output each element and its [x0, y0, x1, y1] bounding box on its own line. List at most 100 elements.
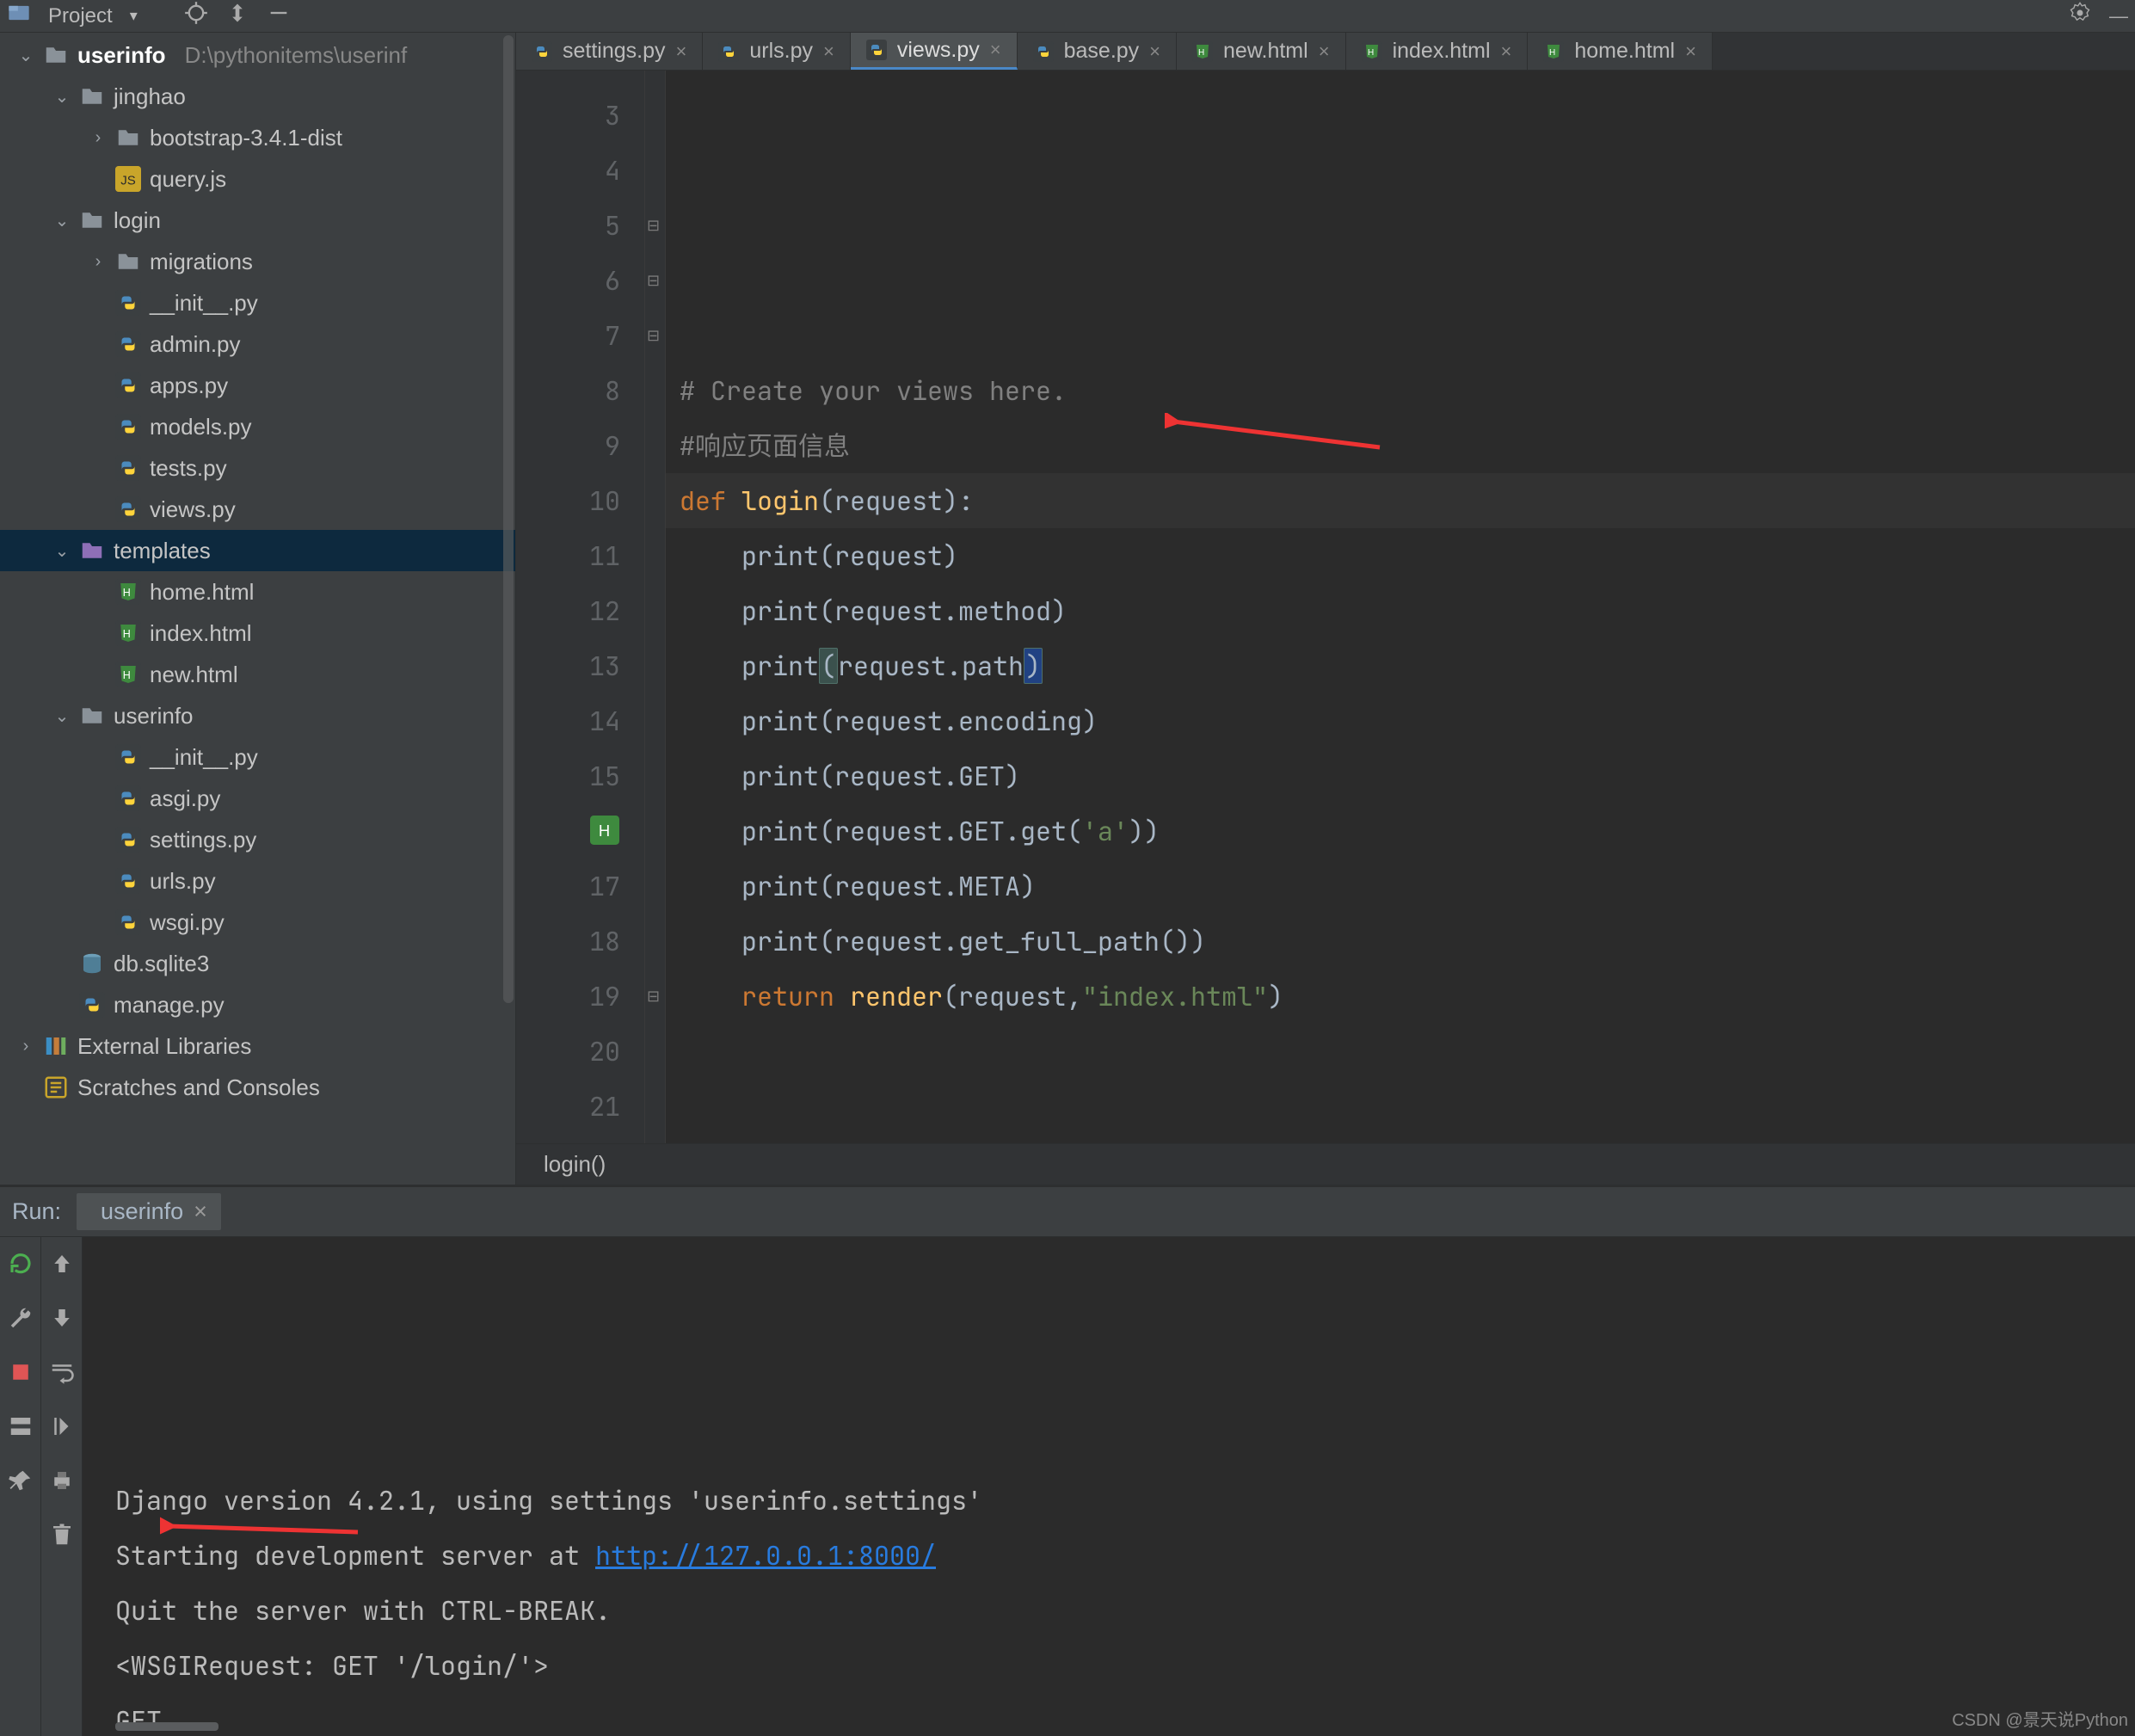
- tree-item[interactable]: ·__init__.py: [0, 282, 515, 323]
- layout-icon[interactable]: [8, 1413, 34, 1445]
- tree-item[interactable]: ·asgi.py: [0, 778, 515, 819]
- collapse-icon[interactable]: [267, 1, 291, 31]
- gear-icon[interactable]: [2068, 1, 2092, 31]
- tree-item[interactable]: ›bootstrap-3.4.1-dist: [0, 117, 515, 158]
- tab-label: urls.py: [749, 39, 813, 64]
- tree-item[interactable]: ⌄userinfoD:\pythonitems\userinf: [0, 34, 515, 76]
- down-icon[interactable]: [49, 1305, 75, 1337]
- console-h-scrollbar[interactable]: [115, 1722, 218, 1731]
- folder-icon: [79, 83, 105, 109]
- server-link[interactable]: http://127.0.0.1:8000/: [595, 1538, 936, 1573]
- close-icon[interactable]: ×: [990, 39, 1001, 61]
- code-area[interactable]: # Create your views here.#响应页面信息def logi…: [666, 71, 2135, 1143]
- tree-item[interactable]: ·__init__.py: [0, 736, 515, 778]
- tree-item-label: manage.py: [114, 992, 225, 1019]
- editor-tab[interactable]: Hnew.html×: [1177, 33, 1346, 70]
- tree-item[interactable]: ·wsgi.py: [0, 902, 515, 943]
- wrench-icon[interactable]: [8, 1305, 34, 1337]
- chevron-right-icon[interactable]: ›: [17, 1037, 34, 1056]
- scroll-end-icon[interactable]: [49, 1413, 75, 1445]
- close-icon[interactable]: ×: [676, 40, 687, 63]
- fold-toggle-icon[interactable]: ⊟: [647, 988, 662, 1003]
- tree-item[interactable]: ·Hnew.html: [0, 654, 515, 695]
- tree-item-label: tests.py: [150, 455, 227, 482]
- hide-icon[interactable]: —: [2109, 5, 2128, 28]
- tree-item[interactable]: ·admin.py: [0, 323, 515, 365]
- project-icon: [7, 1, 31, 31]
- tree-item[interactable]: ›migrations: [0, 241, 515, 282]
- chevron-down-icon[interactable]: ⌄: [53, 86, 71, 108]
- tree-item[interactable]: ·JSquery.js: [0, 158, 515, 200]
- run-panel: Run: dj userinfo ×: [0, 1185, 2135, 1736]
- editor-breadcrumb[interactable]: login(): [516, 1143, 2135, 1185]
- tree-item[interactable]: ·urls.py: [0, 860, 515, 902]
- tree-item[interactable]: ·views.py: [0, 489, 515, 530]
- editor-tab[interactable]: urls.py ×: [703, 33, 851, 70]
- softwrap-icon[interactable]: [49, 1359, 75, 1391]
- chevron-right-icon[interactable]: ›: [89, 128, 107, 148]
- editor-tab[interactable]: views.py×: [851, 33, 1018, 70]
- tree-item-path: D:\pythonitems\userinf: [185, 42, 408, 69]
- run-console[interactable]: Django version 4.2.1, using settings 'us…: [83, 1237, 2135, 1736]
- tree-item[interactable]: ›External Libraries: [0, 1025, 515, 1067]
- run-toolbar-secondary: [41, 1237, 83, 1736]
- tree-item[interactable]: ·db.sqlite3: [0, 943, 515, 984]
- py-icon: [115, 785, 141, 811]
- fold-toggle-icon[interactable]: ⊟: [647, 272, 662, 287]
- tree-item[interactable]: ⌄userinfo: [0, 695, 515, 736]
- close-icon[interactable]: ×: [1685, 40, 1696, 63]
- tree-item[interactable]: ⌄jinghao: [0, 76, 515, 117]
- folder-icon: [43, 42, 69, 68]
- close-icon[interactable]: ×: [1501, 40, 1512, 63]
- close-icon[interactable]: ×: [1149, 40, 1160, 63]
- locate-icon[interactable]: [184, 1, 208, 31]
- trash-icon[interactable]: [49, 1522, 75, 1554]
- pin-icon[interactable]: [8, 1468, 34, 1499]
- chevron-down-icon[interactable]: ⌄: [53, 210, 71, 231]
- editor-tab[interactable]: settings.py ×: [516, 33, 703, 70]
- tree-item[interactable]: ·manage.py: [0, 984, 515, 1025]
- run-tab[interactable]: dj userinfo ×: [77, 1193, 221, 1230]
- close-icon[interactable]: ×: [823, 40, 834, 63]
- tree-item[interactable]: ·Hindex.html: [0, 613, 515, 654]
- tab-label: settings.py: [563, 39, 666, 64]
- tree-item[interactable]: ·tests.py: [0, 447, 515, 489]
- editor-tab[interactable]: base.py×: [1018, 33, 1177, 70]
- fold-toggle-icon[interactable]: ⊟: [647, 327, 662, 342]
- run-label: Run:: [12, 1198, 61, 1225]
- py-icon: [115, 372, 141, 398]
- chevron-down-icon[interactable]: ⌄: [53, 705, 71, 727]
- editor-tab[interactable]: Hhome.html×: [1528, 33, 1713, 70]
- tree-item[interactable]: ·apps.py: [0, 365, 515, 406]
- print-icon[interactable]: [49, 1468, 75, 1499]
- folder-icon: [115, 249, 141, 274]
- project-label[interactable]: Project: [48, 4, 113, 28]
- stop-icon[interactable]: [8, 1359, 34, 1391]
- code-editor[interactable]: 3456789101112131415161718192021 ⊟⊟⊟⊟ # C…: [516, 71, 2135, 1143]
- tree-item-label: settings.py: [150, 827, 256, 853]
- tree-item[interactable]: ·Scratches and Consoles: [0, 1067, 515, 1108]
- chevron-down-icon[interactable]: ⌄: [17, 45, 34, 66]
- rerun-icon[interactable]: [8, 1251, 34, 1283]
- editor-tab[interactable]: Hindex.html×: [1346, 33, 1529, 70]
- fold-toggle-icon[interactable]: ⊟: [647, 217, 662, 232]
- sidebar-scrollbar[interactable]: [503, 33, 514, 1185]
- tree-item[interactable]: ⌄login: [0, 200, 515, 241]
- chevron-down-icon[interactable]: ⌄: [53, 540, 71, 562]
- close-icon[interactable]: ×: [194, 1198, 207, 1225]
- close-icon[interactable]: ×: [1319, 40, 1330, 63]
- py-icon: [115, 290, 141, 316]
- expand-icon[interactable]: [225, 1, 249, 31]
- scratch-icon: [43, 1074, 69, 1100]
- gutter-html-icon[interactable]: H: [590, 816, 619, 851]
- up-icon[interactable]: [49, 1251, 75, 1283]
- py-file-icon: [532, 41, 552, 62]
- chevron-down-icon[interactable]: ▾: [130, 7, 138, 25]
- tree-item[interactable]: ·Hhome.html: [0, 571, 515, 613]
- tree-item[interactable]: ·settings.py: [0, 819, 515, 860]
- chevron-right-icon[interactable]: ›: [89, 252, 107, 272]
- tree-item-label: db.sqlite3: [114, 951, 209, 977]
- tree-item[interactable]: ·models.py: [0, 406, 515, 447]
- tree-item[interactable]: ⌄templates: [0, 530, 515, 571]
- fold-strip[interactable]: ⊟ ⊟ ⊟ ⊟: [645, 71, 666, 1143]
